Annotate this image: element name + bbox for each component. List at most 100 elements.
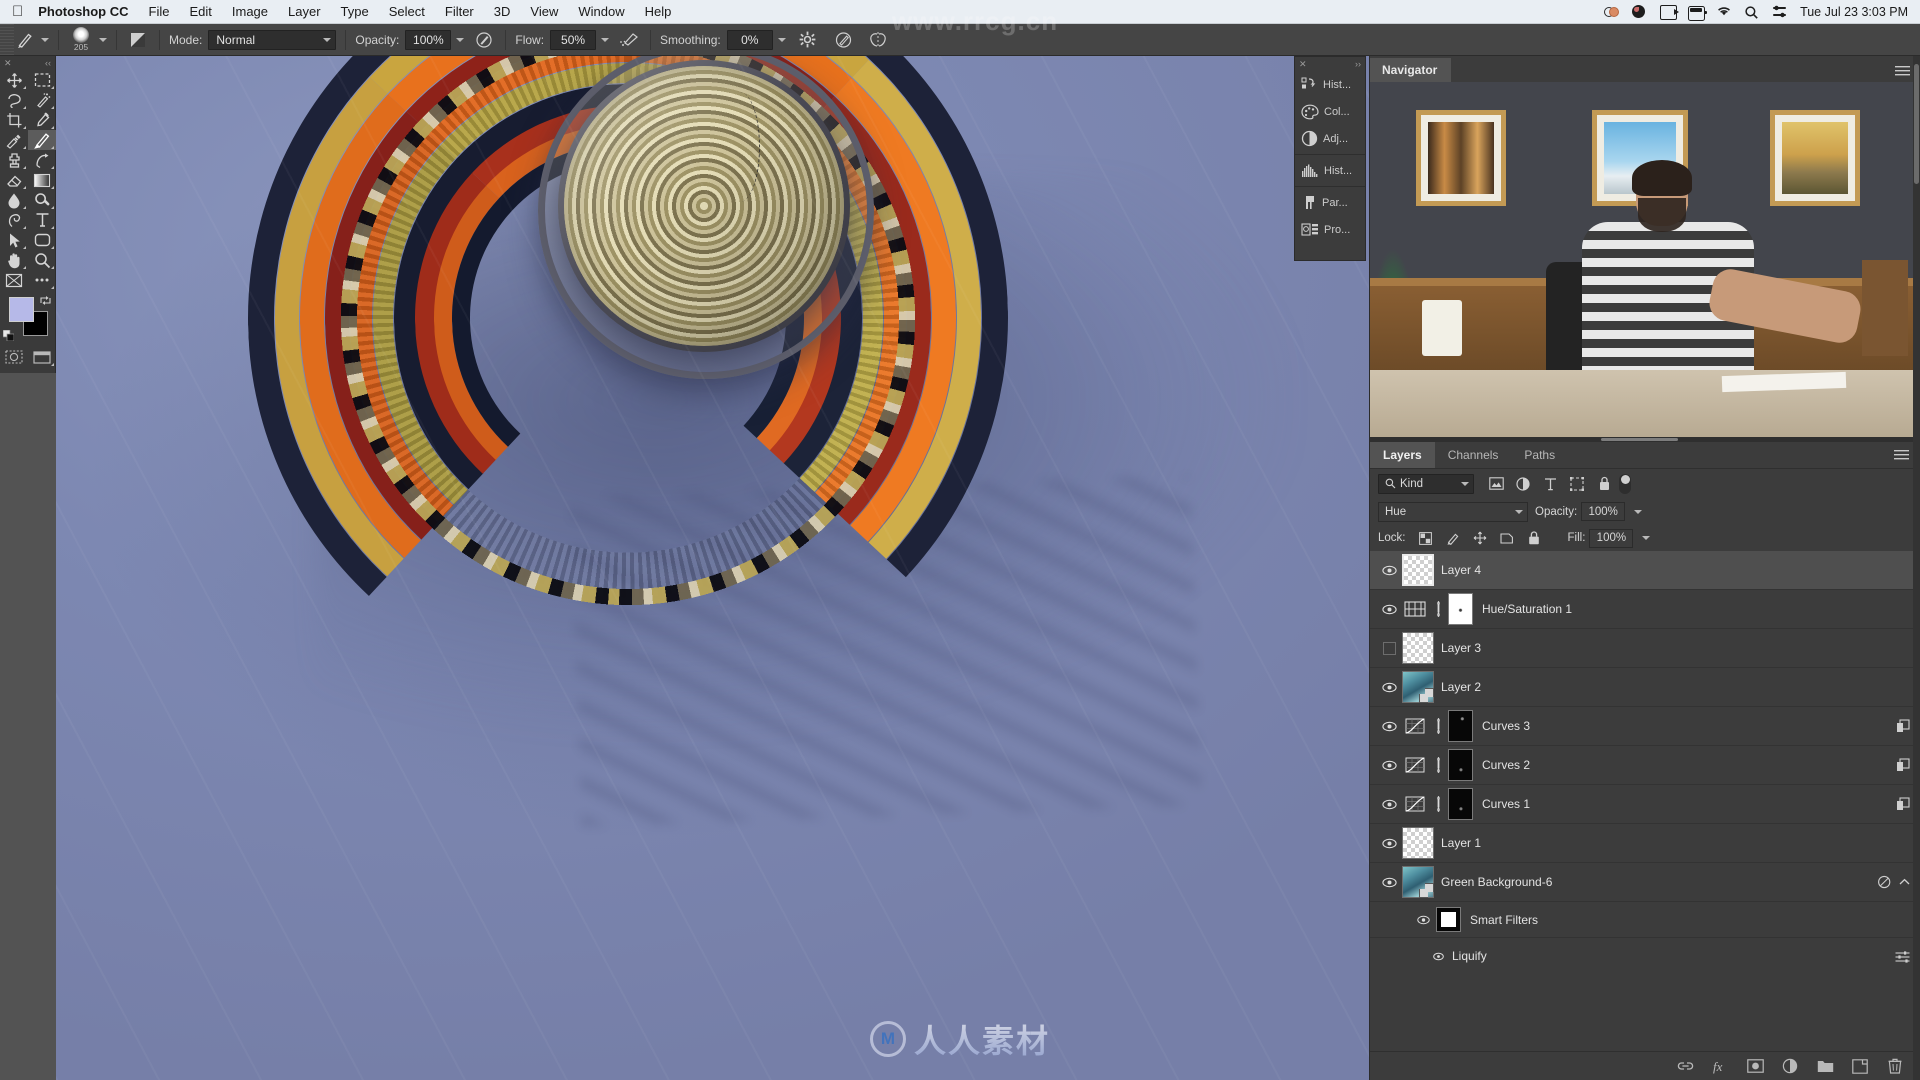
smartobject-filter-icon[interactable]: [1595, 475, 1613, 493]
layer-visibility-toggle[interactable]: [1376, 746, 1402, 784]
layer-visibility-toggle[interactable]: [1376, 590, 1402, 628]
dock-header[interactable]: ✕ ››: [1295, 57, 1365, 71]
layer-thumbnail[interactable]: [1402, 866, 1434, 898]
layer-name[interactable]: Hue/Saturation 1: [1482, 602, 1920, 616]
brush-preset-chevron-icon[interactable]: [99, 37, 107, 42]
layer-fill-input[interactable]: 100%: [1589, 528, 1634, 548]
layer-visibility-toggle[interactable]: [1376, 668, 1402, 706]
dodge-tool[interactable]: [28, 190, 56, 210]
menu-item-filter[interactable]: Filter: [435, 4, 484, 19]
layer-thumbnail[interactable]: [1402, 827, 1434, 859]
layer-thumbnail[interactable]: [1402, 554, 1434, 586]
curves-icon[interactable]: [1402, 713, 1428, 739]
pixel-filter-icon[interactable]: [1487, 475, 1505, 493]
clipping-mask-icon[interactable]: [1896, 758, 1910, 772]
mask-link-icon[interactable]: [1430, 752, 1446, 778]
menu-app-name[interactable]: Photoshop CC: [36, 4, 138, 19]
default-colors-icon[interactable]: [3, 330, 14, 341]
crop-tool[interactable]: [0, 110, 28, 130]
control-center-icon[interactable]: [1772, 5, 1789, 20]
new-group-button[interactable]: [1816, 1057, 1834, 1075]
menu-item-type[interactable]: Type: [331, 4, 379, 19]
layer-name[interactable]: Layer 3: [1441, 641, 1920, 655]
smoothing-chevron-icon[interactable]: [777, 37, 786, 42]
menu-item-file[interactable]: File: [139, 4, 180, 19]
layers-scrollbar[interactable]: [1913, 56, 1920, 1080]
mask-link-icon[interactable]: [1430, 713, 1446, 739]
adjustment-filter-icon[interactable]: [1514, 475, 1532, 493]
close-icon[interactable]: ✕: [4, 58, 12, 69]
move-tool[interactable]: [0, 70, 28, 90]
spot-healing-brush-tool[interactable]: [0, 130, 28, 150]
layer-visibility-toggle[interactable]: [1376, 785, 1402, 823]
clone-stamp-tool[interactable]: [0, 150, 28, 170]
close-icon[interactable]: ✕: [1299, 59, 1307, 70]
filter-blending-options-icon[interactable]: [1895, 950, 1910, 963]
curves-icon[interactable]: [1402, 752, 1428, 778]
adjustments-panel-button[interactable]: Adj...: [1295, 125, 1365, 152]
collapse-icon[interactable]: ‹‹: [45, 58, 51, 68]
layer-visibility-toggle[interactable]: [1376, 707, 1402, 745]
table-row[interactable]: Curves 3: [1370, 707, 1920, 746]
lock-all-icon[interactable]: [1526, 530, 1542, 546]
menu-item-view[interactable]: View: [520, 4, 568, 19]
brush-preset-picker[interactable]: 205: [68, 27, 94, 53]
layer-name[interactable]: Curves 2: [1482, 758, 1896, 772]
tab-channels[interactable]: Channels: [1435, 442, 1512, 468]
menu-item-edit[interactable]: Edit: [179, 4, 221, 19]
smart-filters-mask-thumbnail[interactable]: [1436, 907, 1461, 932]
options-bar-grip[interactable]: [0, 24, 14, 55]
menu-bar-clock[interactable]: Tue Jul 23 3:03 PM: [1800, 5, 1908, 19]
menu-item-window[interactable]: Window: [568, 4, 634, 19]
table-row[interactable]: Layer 3: [1370, 629, 1920, 668]
table-row[interactable]: Layer 1: [1370, 824, 1920, 863]
layer-visibility-toggle[interactable]: [1376, 551, 1402, 589]
opacity-input[interactable]: 100%: [405, 29, 452, 50]
histogram-panel-button[interactable]: Hist...: [1295, 157, 1365, 184]
layer-name[interactable]: Green Background-6: [1441, 875, 1877, 889]
layer-mask-thumbnail[interactable]: [1448, 593, 1473, 625]
table-row[interactable]: Layer 2: [1370, 668, 1920, 707]
navigator-scrollbar[interactable]: [1370, 437, 1920, 442]
airplay-icon[interactable]: [1660, 5, 1680, 20]
airbrush-icon[interactable]: [617, 29, 641, 51]
quick-mask-icon[interactable]: [0, 347, 28, 367]
layer-name[interactable]: Curves 1: [1482, 797, 1896, 811]
clipping-mask-icon[interactable]: [1896, 797, 1910, 811]
smoothing-input[interactable]: 0%: [726, 29, 773, 50]
table-row[interactable]: Curves 1: [1370, 785, 1920, 824]
list-item[interactable]: Liquify: [1370, 938, 1920, 974]
color-panel-button[interactable]: Col...: [1295, 98, 1365, 125]
smart-filter-name[interactable]: Liquify: [1452, 949, 1895, 963]
lock-transparent-pixels-icon[interactable]: [1418, 530, 1434, 546]
layer-visibility-toggle[interactable]: [1376, 629, 1402, 667]
pen-tool[interactable]: [0, 210, 28, 230]
layer-opacity-input[interactable]: 100%: [1581, 502, 1626, 521]
clipping-mask-icon[interactable]: [1896, 719, 1910, 733]
path-selection-tool[interactable]: [0, 230, 28, 250]
tool-preset-chevron-icon[interactable]: [41, 37, 49, 42]
edit-toolbar-button[interactable]: [0, 270, 28, 290]
tablet-pressure-icon[interactable]: [832, 29, 856, 51]
menu-item-help[interactable]: Help: [635, 4, 682, 19]
zoom-tool[interactable]: [28, 250, 56, 270]
hand-tool[interactable]: [0, 250, 28, 270]
curves-icon[interactable]: [1402, 791, 1428, 817]
symmetry-butterfly-icon[interactable]: [866, 29, 890, 51]
screen-mode-icon[interactable]: [28, 347, 56, 367]
tools-panel-header[interactable]: ✕ ‹‹: [0, 56, 55, 70]
table-row[interactable]: Green Background-6: [1370, 863, 1920, 902]
list-item[interactable]: Smart Filters: [1370, 902, 1920, 938]
swap-colors-icon[interactable]: [40, 295, 51, 306]
smart-filters-label[interactable]: Smart Filters: [1470, 913, 1920, 927]
mask-link-icon[interactable]: [1430, 596, 1446, 622]
layer-filter-kind-select[interactable]: Kind: [1378, 473, 1474, 494]
lock-artboard-nesting-icon[interactable]: [1499, 530, 1515, 546]
layer-style-button[interactable]: fx: [1711, 1057, 1729, 1075]
spotlight-search-icon[interactable]: [1744, 5, 1761, 20]
lock-image-pixels-icon[interactable]: [1445, 530, 1461, 546]
current-tool-icon[interactable]: [14, 29, 36, 51]
flow-chevron-icon[interactable]: [601, 37, 610, 42]
type-filter-icon[interactable]: [1541, 475, 1559, 493]
smart-filter-indicator-icon[interactable]: [1877, 875, 1892, 889]
